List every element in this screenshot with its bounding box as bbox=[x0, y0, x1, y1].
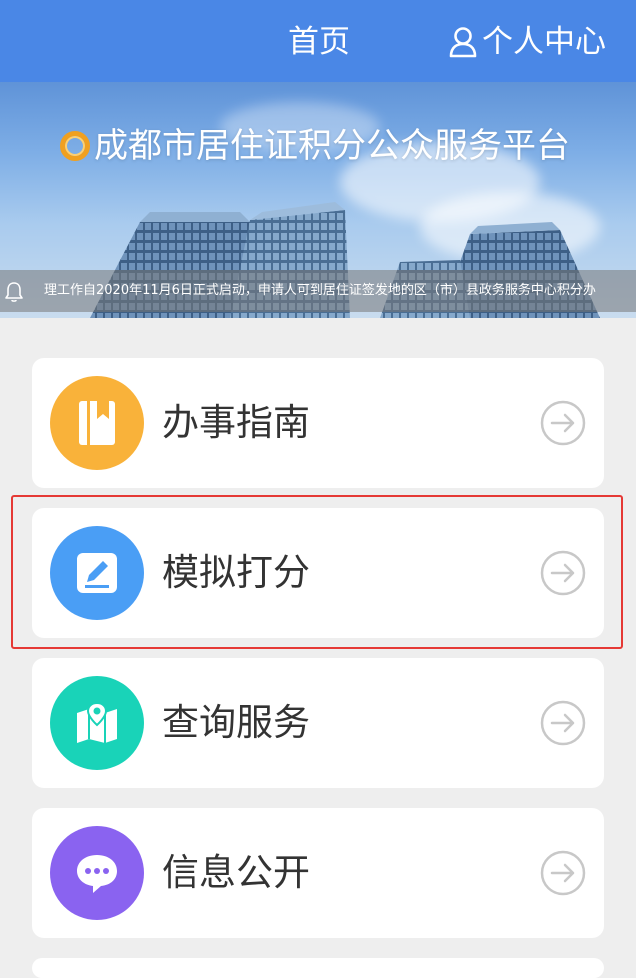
platform-logo-icon bbox=[60, 131, 90, 161]
nav-user-center-link[interactable]: 个人中心 bbox=[448, 22, 606, 62]
menu-label-score-simulation: 模拟打分 bbox=[162, 551, 310, 594]
banner-title-text: 成都市居住证积分公众服务平台 bbox=[94, 126, 570, 166]
menu-card-guide[interactable]: 办事指南 bbox=[32, 358, 604, 488]
top-nav-bar: 首页 个人中心 bbox=[0, 0, 636, 82]
menu-label-query-service: 查询服务 bbox=[162, 701, 310, 744]
query-icon-circle bbox=[50, 676, 144, 770]
chat-icon bbox=[77, 855, 117, 893]
arrow-right-circle-icon bbox=[540, 850, 586, 896]
notice-marquee[interactable]: 理工作自2020年11月6日正式启动，申请人可到居住证签发地的区（市）县政务服务… bbox=[0, 270, 636, 312]
edit-icon bbox=[77, 553, 117, 593]
score-icon-circle bbox=[50, 526, 144, 620]
arrow-right-circle-icon bbox=[540, 400, 586, 446]
map-icon bbox=[77, 701, 117, 743]
menu-card-score-simulation[interactable]: 模拟打分 bbox=[32, 508, 604, 638]
menu-label-info-disclosure: 信息公开 bbox=[162, 851, 310, 894]
menu-label-guide: 办事指南 bbox=[162, 401, 310, 444]
arrow-right-circle-icon bbox=[540, 550, 586, 596]
user-center-label: 个人中心 bbox=[482, 24, 606, 60]
menu-card-query-service[interactable]: 查询服务 bbox=[32, 658, 604, 788]
banner: 成都市居住证积分公众服务平台 理工作自2020年11月6日正式启动，申请人可到居… bbox=[0, 82, 636, 318]
book-icon bbox=[79, 401, 115, 445]
bell-icon bbox=[5, 282, 23, 302]
info-icon-circle bbox=[50, 826, 144, 920]
banner-title: 成都市居住证积分公众服务平台 bbox=[60, 124, 570, 168]
nav-home-link[interactable]: 首页 bbox=[288, 22, 350, 62]
menu-card-info-disclosure[interactable]: 信息公开 bbox=[32, 808, 604, 938]
menu-card-partial bbox=[32, 958, 604, 978]
arrow-right-circle-icon bbox=[540, 700, 586, 746]
notice-text: 理工作自2020年11月6日正式启动，申请人可到居住证签发地的区（市）县政务服务… bbox=[44, 283, 596, 298]
guide-icon-circle bbox=[50, 376, 144, 470]
user-icon bbox=[449, 27, 477, 58]
